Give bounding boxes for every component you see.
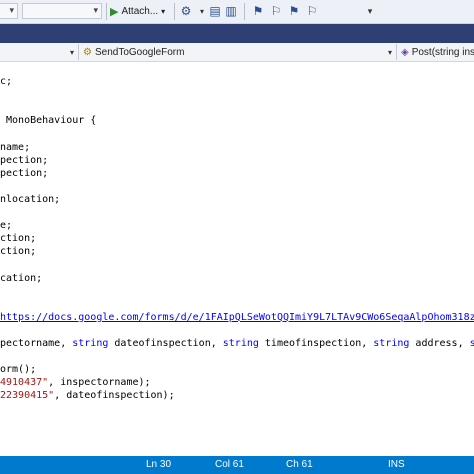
toolbar-overflow-icon[interactable]: ▾ [362, 3, 378, 19]
class-icon: ⚙ [83, 46, 92, 58]
code-line: cation; [0, 272, 42, 285]
code-text: dateofinspection, [108, 338, 223, 349]
code-line: 4910437", inspectorname); [0, 376, 151, 389]
code-keyword: string [72, 338, 109, 349]
code-text: cation; [0, 272, 43, 284]
code-link[interactable]: https://docs.google.com/forms/d/e/1FAIpQ… [0, 312, 474, 323]
bookmark-next-icon[interactable]: ⚐ [268, 3, 284, 19]
format-icon[interactable]: ▤ [207, 3, 223, 19]
code-line: c; [0, 75, 12, 88]
status-bar: Ln 30 Col 61 Ch 61 INS [0, 456, 474, 474]
status-line-number: Ln 30 [146, 459, 172, 470]
document-tab-strip [0, 24, 474, 43]
solution-configuration-dropdown[interactable]: ▾ [0, 3, 18, 19]
chevron-down-icon: ▾ [69, 47, 74, 57]
code-editor[interactable]: c; MonoBehaviour {name; pection; pection; n… [0, 62, 474, 456]
play-icon: ▶ [110, 6, 119, 18]
method-icon: ◈ [401, 46, 409, 58]
code-text: timeofinspection, [258, 338, 374, 349]
code-keyword: string [222, 338, 259, 349]
code-text: pection; [0, 167, 49, 179]
attach-label: Attach... [121, 6, 159, 17]
code-text: nlocation; [0, 193, 61, 205]
code-text: ction; [0, 233, 37, 245]
code-text: ction; [0, 246, 37, 258]
code-string: 4910437" [0, 377, 49, 389]
code-line: ction; [0, 232, 36, 245]
code-line: MonoBehaviour { [0, 114, 96, 127]
toolbar-separator [174, 3, 175, 20]
solution-platform-dropdown[interactable]: ▾ [22, 3, 102, 19]
code-text: MonoBehaviour { [0, 115, 97, 127]
code-text: pectorname, [0, 338, 73, 349]
chevron-down-icon: ▾ [387, 47, 392, 57]
code-line: e; [0, 219, 12, 232]
toolbar-separator [244, 3, 245, 20]
code-line: ction; [0, 245, 36, 258]
member-dropdown-label: Post(string insp [411, 46, 474, 58]
code-text: , inspectorname); [48, 377, 151, 389]
attach-button[interactable]: ▶ Attach... ▾ [110, 3, 165, 20]
status-insert-mode: INS [388, 459, 405, 470]
status-column-number: Col 61 [215, 459, 244, 470]
code-text: orm(); [0, 364, 37, 376]
code-string: 22390415" [0, 390, 55, 402]
type-dropdown-label: SendToGoogleForm [94, 46, 185, 58]
chevron-down-icon: ▾ [9, 5, 14, 15]
code-line: name; [0, 141, 30, 154]
code-text: address, [409, 338, 470, 349]
code-line: pectorname, string dateofinspection, str… [0, 337, 474, 350]
main-toolbar: ▾ ▾ ▶ Attach... ▾ ⚙ ▾ ▤ ▥ ⚑ ⚐ ⚑ ⚐ ▾ [0, 0, 474, 24]
code-keyword: string [469, 338, 474, 349]
clear-bookmark-icon[interactable]: ⚐ [304, 3, 320, 19]
code-line: https://docs.google.com/forms/d/e/1FAIpQ… [0, 311, 474, 324]
code-line: 22390415", dateofinspection); [0, 389, 175, 402]
code-text: name; [0, 141, 31, 153]
bookmark-folder-icon[interactable]: ⚑ [286, 3, 302, 19]
bookmark-prev-icon[interactable]: ⚑ [250, 3, 266, 19]
code-text: c; [0, 76, 13, 87]
code-line: pection; [0, 167, 48, 180]
debug-icon[interactable]: ⚙ [178, 3, 194, 19]
bookmark-icon[interactable]: ▥ [223, 3, 239, 19]
toolbar-separator [106, 3, 107, 20]
code-text: , dateofinspection); [54, 390, 175, 402]
status-char-number: Ch 61 [286, 459, 313, 470]
code-line: nlocation; [0, 193, 60, 206]
navigation-bar: ▾ ⚙ SendToGoogleForm ▾ ◈ Post(string ins… [0, 43, 474, 62]
project-dropdown[interactable]: ▾ [0, 44, 78, 60]
code-text: e; [0, 220, 13, 232]
chevron-down-icon: ▾ [93, 5, 98, 15]
code-line: orm(); [0, 363, 36, 376]
member-dropdown[interactable]: ◈ Post(string insp [396, 44, 474, 60]
chevron-down-icon: ▾ [161, 7, 166, 16]
type-dropdown[interactable]: ⚙ SendToGoogleForm ▾ [78, 44, 396, 60]
code-line: pection; [0, 154, 48, 167]
code-text: pection; [0, 154, 49, 166]
code-keyword: string [373, 338, 410, 349]
